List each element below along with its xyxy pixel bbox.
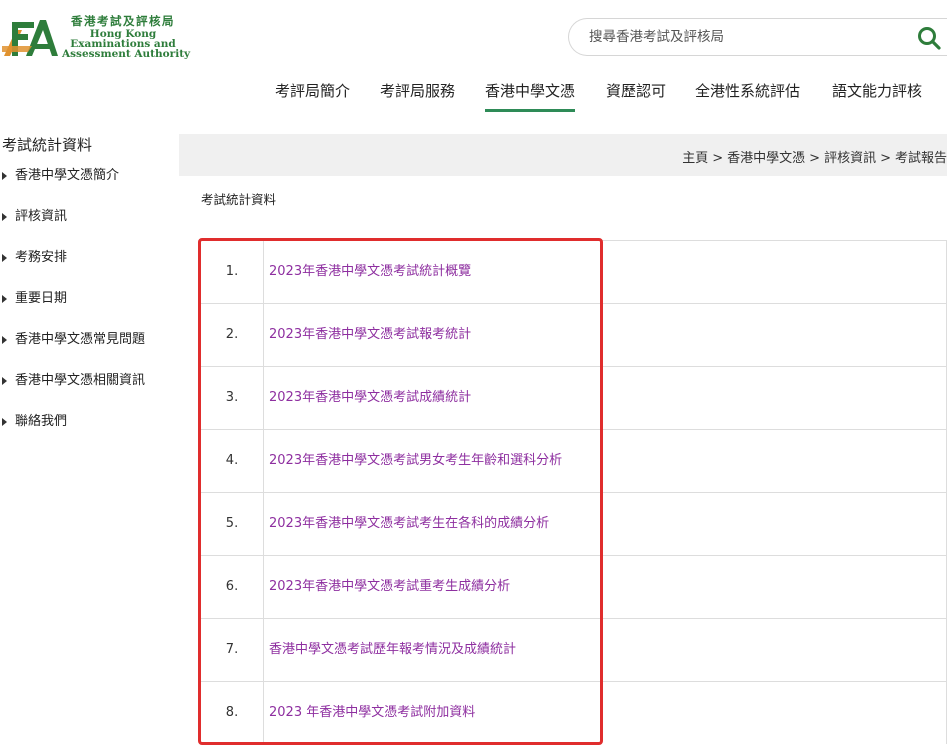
sidebar-item-important-dates[interactable]: 重要日期 <box>2 289 145 330</box>
nav-item-recognition[interactable]: 資歷認可 <box>606 80 666 112</box>
table-row: 1. 2023年香港中學文憑考試統計概覽 <box>201 240 947 303</box>
triangle-bullet-icon <box>2 254 7 262</box>
statistics-link[interactable]: 2023年香港中學文憑考試考生在各科的成績分析 <box>269 493 549 555</box>
search-icon[interactable] <box>916 25 942 51</box>
hkeaa-logo[interactable]: 香港考試及評核局 Hong Kong Examinations and Asse… <box>2 14 191 62</box>
nav-item-hkdse[interactable]: 香港中學文憑 <box>485 80 576 112</box>
sidebar-title: 考試統計資料 <box>2 136 93 154</box>
sidebar-item-label: 重要日期 <box>15 291 68 306</box>
sidebar-item-faq[interactable]: 香港中學文憑常見問題 <box>2 330 145 371</box>
breadcrumb-assessment-info[interactable]: 評核資訊 <box>824 151 876 166</box>
row-number: 8. <box>201 682 264 744</box>
row-number: 1. <box>201 241 264 303</box>
statistics-table: 1. 2023年香港中學文憑考試統計概覽 2. 2023年香港中學文憑考試報考統… <box>201 240 947 744</box>
nav-item-tsa[interactable]: 全港性系統評估 <box>695 80 800 112</box>
table-row: 7. 香港中學文憑考試歷年報考情況及成績統計 <box>201 618 947 681</box>
sidebar-item-exam-arrangements[interactable]: 考務安排 <box>2 248 145 289</box>
breadcrumb-separator: > <box>880 151 891 166</box>
breadcrumb-hkdse[interactable]: 香港中學文憑 <box>727 151 805 166</box>
sidebar-item-label: 香港中學文憑簡介 <box>15 168 120 183</box>
sidebar-item-hkdse-intro[interactable]: 香港中學文憑簡介 <box>2 166 145 207</box>
main-nav: 考評局簡介 考評局服務 香港中學文憑 資歷認可 全港性系統評估 語文能力評核 <box>0 80 947 114</box>
nav-item-services[interactable]: 考評局服務 <box>380 80 455 112</box>
sidebar-item-label: 評核資訊 <box>15 209 68 224</box>
nav-item-about[interactable]: 考評局簡介 <box>275 80 350 112</box>
row-number: 2. <box>201 304 264 366</box>
logo-text: 香港考試及評核局 Hong Kong Examinations and Asse… <box>62 14 191 60</box>
sidebar-menu: 香港中學文憑簡介 評核資訊 考務安排 重要日期 香港中學文憑常見問題 香港中學文… <box>2 166 145 453</box>
sidebar-item-contact-us[interactable]: 聯絡我們 <box>2 412 145 453</box>
sidebar-item-label: 香港中學文憑相關資訊 <box>15 373 146 388</box>
table-row: 6. 2023年香港中學文憑考試重考生成績分析 <box>201 555 947 618</box>
table-row: 5. 2023年香港中學文憑考試考生在各科的成績分析 <box>201 492 947 555</box>
row-number: 5. <box>201 493 264 555</box>
statistics-link[interactable]: 2023年香港中學文憑考試統計概覽 <box>269 241 471 303</box>
breadcrumb-bar: 主頁 > 香港中學文憑 > 評核資訊 > 考試報告 <box>179 134 947 176</box>
breadcrumb: 主頁 > 香港中學文憑 > 評核資訊 > 考試報告 <box>682 147 947 166</box>
row-number: 7. <box>201 619 264 681</box>
page-title: 考試統計資料 <box>201 192 277 207</box>
page: 香港考試及評核局 Hong Kong Examinations and Asse… <box>0 0 947 746</box>
table-row: 3. 2023年香港中學文憑考試成績統計 <box>201 366 947 429</box>
sidebar-item-assessment-info[interactable]: 評核資訊 <box>2 207 145 248</box>
sidebar-item-label: 聯絡我們 <box>15 414 68 429</box>
triangle-bullet-icon <box>2 213 7 221</box>
table-row: 2. 2023年香港中學文憑考試報考統計 <box>201 303 947 366</box>
logo-chinese-name: 香港考試及評核局 <box>71 14 175 28</box>
row-number: 4. <box>201 430 264 492</box>
table-row: 4. 2023年香港中學文憑考試男女考生年齡和選科分析 <box>201 429 947 492</box>
row-number: 6. <box>201 556 264 618</box>
statistics-link[interactable]: 2023 年香港中學文憑考試附加資料 <box>269 682 475 744</box>
triangle-bullet-icon <box>2 336 7 344</box>
breadcrumb-separator: > <box>712 151 724 166</box>
statistics-link[interactable]: 2023年香港中學文憑考試報考統計 <box>269 304 471 366</box>
search-input[interactable] <box>589 27 889 47</box>
hkeaa-logo-mark-icon <box>2 20 58 56</box>
statistics-link[interactable]: 2023年香港中學文憑考試重考生成績分析 <box>269 556 510 618</box>
triangle-bullet-icon <box>2 377 7 385</box>
statistics-link[interactable]: 2023年香港中學文憑考試男女考生年齡和選科分析 <box>269 430 562 492</box>
breadcrumb-current: 考試報告 <box>894 151 947 166</box>
sidebar-item-related-info[interactable]: 香港中學文憑相關資訊 <box>2 371 145 412</box>
sidebar-item-label: 香港中學文憑常見問題 <box>15 332 146 347</box>
breadcrumb-home[interactable]: 主頁 <box>682 151 708 166</box>
statistics-link[interactable]: 2023年香港中學文憑考試成績統計 <box>269 367 471 429</box>
statistics-link[interactable]: 香港中學文憑考試歷年報考情況及成績統計 <box>269 619 516 681</box>
row-number: 3. <box>201 367 264 429</box>
triangle-bullet-icon <box>2 295 7 303</box>
sidebar-item-label: 考務安排 <box>15 250 68 265</box>
triangle-bullet-icon <box>2 172 7 180</box>
nav-item-language-assessment[interactable]: 語文能力評核 <box>832 80 922 112</box>
search-box <box>568 18 947 56</box>
triangle-bullet-icon <box>2 418 7 426</box>
table-row: 8. 2023 年香港中學文憑考試附加資料 <box>201 681 947 744</box>
logo-english-line-3: Assessment Authority <box>62 48 191 60</box>
breadcrumb-separator: > <box>809 151 821 166</box>
